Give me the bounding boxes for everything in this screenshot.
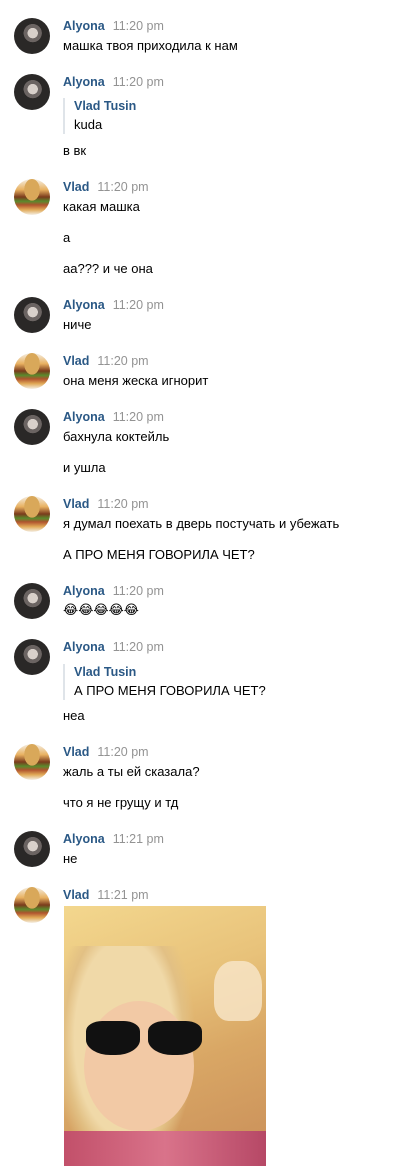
message-time[interactable]: 11:20 pm xyxy=(113,75,164,89)
message-text: ниче xyxy=(63,317,92,332)
avatar-alyona[interactable] xyxy=(14,639,50,675)
message-header: Vlad 11:20 pm xyxy=(63,353,149,369)
forwarded-quote[interactable]: Vlad Tusin kuda xyxy=(63,98,136,134)
message-time[interactable]: 11:20 pm xyxy=(113,640,164,654)
message-header: Alyona 11:21 pm xyxy=(63,831,164,847)
message-text: я думал поехать в дверь постучать и убеж… xyxy=(63,516,340,531)
author-name[interactable]: Alyona xyxy=(63,19,105,33)
author-name[interactable]: Alyona xyxy=(63,410,105,424)
message-text: А ПРО МЕНЯ ГОВОРИЛА ЧЕТ? xyxy=(63,547,255,562)
avatar-vlad[interactable] xyxy=(14,744,50,780)
message-text: какая машка xyxy=(63,199,140,214)
avatar-alyona[interactable] xyxy=(14,409,50,445)
message-text: а xyxy=(63,230,71,245)
author-name[interactable]: Alyona xyxy=(63,75,105,89)
quote-text: kuda xyxy=(74,117,103,132)
message-header: Alyona 11:20 pm xyxy=(63,409,164,425)
avatar-vlad[interactable] xyxy=(14,887,50,923)
message-text: она меня жеска игнорит xyxy=(63,373,209,388)
avatar-alyona[interactable] xyxy=(14,74,50,110)
avatar-vlad[interactable] xyxy=(14,496,50,532)
message-text: что я не грущу и тд xyxy=(63,795,179,810)
avatar-alyona[interactable] xyxy=(14,831,50,867)
message-text: и ушла xyxy=(63,460,106,475)
photo-clothing xyxy=(64,1131,266,1166)
message-time[interactable]: 11:20 pm xyxy=(97,180,148,194)
message-header: Alyona 11:20 pm xyxy=(63,583,164,599)
avatar-alyona[interactable] xyxy=(14,583,50,619)
message-header: Vlad 11:20 pm xyxy=(63,496,149,512)
avatar-alyona[interactable] xyxy=(14,18,50,54)
message-header: Alyona 11:20 pm xyxy=(63,639,164,655)
message-text: неа xyxy=(63,708,85,723)
message-time[interactable]: 11:21 pm xyxy=(113,832,164,846)
message-time[interactable]: 11:20 pm xyxy=(113,298,164,312)
message-time[interactable]: 11:20 pm xyxy=(113,19,164,33)
author-name[interactable]: Alyona xyxy=(63,584,105,598)
message-header: Vlad 11:20 pm xyxy=(63,179,149,195)
author-name[interactable]: Vlad xyxy=(63,354,89,368)
message-time[interactable]: 11:20 pm xyxy=(113,410,164,424)
message-time[interactable]: 11:20 pm xyxy=(113,584,164,598)
forwarded-quote[interactable]: Vlad Tusin А ПРО МЕНЯ ГОВОРИЛА ЧЕТ? xyxy=(63,664,266,700)
sunglasses xyxy=(86,1021,206,1057)
message-header: Alyona 11:20 pm xyxy=(63,74,164,90)
message-text: 😂😂😂😂😂 xyxy=(63,602,139,617)
author-name[interactable]: Alyona xyxy=(63,298,105,312)
message-time[interactable]: 11:20 pm xyxy=(97,497,148,511)
author-name[interactable]: Alyona xyxy=(63,832,105,846)
message-text: машка твоя приходила к нам xyxy=(63,38,238,53)
message-text: не xyxy=(63,851,78,866)
photo-attachment[interactable] xyxy=(64,906,266,1166)
author-name[interactable]: Vlad xyxy=(63,745,89,759)
avatar-vlad[interactable] xyxy=(14,353,50,389)
author-name[interactable]: Vlad xyxy=(63,180,89,194)
message-text: бахнула коктейль xyxy=(63,429,170,444)
quote-author[interactable]: Vlad Tusin xyxy=(74,98,136,115)
message-time[interactable]: 11:20 pm xyxy=(97,354,148,368)
avatar-vlad[interactable] xyxy=(14,179,50,215)
message-time[interactable]: 11:20 pm xyxy=(97,745,148,759)
author-name[interactable]: Vlad xyxy=(63,497,89,511)
message-header: Alyona 11:20 pm xyxy=(63,18,164,34)
message-header: Vlad 11:21 pm xyxy=(63,887,149,903)
message-header: Alyona 11:20 pm xyxy=(63,297,164,313)
author-name[interactable]: Alyona xyxy=(63,640,105,654)
message-header: Vlad 11:20 pm xyxy=(63,744,149,760)
message-text: аа??? и че она xyxy=(63,261,153,276)
quote-author[interactable]: Vlad Tusin xyxy=(74,664,266,681)
message-time[interactable]: 11:21 pm xyxy=(97,888,148,902)
quote-text: А ПРО МЕНЯ ГОВОРИЛА ЧЕТ? xyxy=(74,683,266,698)
photo-hand xyxy=(214,961,262,1021)
message-text: жаль а ты ей сказала? xyxy=(63,764,200,779)
avatar-alyona[interactable] xyxy=(14,297,50,333)
author-name[interactable]: Vlad xyxy=(63,888,89,902)
message-text: в вк xyxy=(63,143,87,158)
